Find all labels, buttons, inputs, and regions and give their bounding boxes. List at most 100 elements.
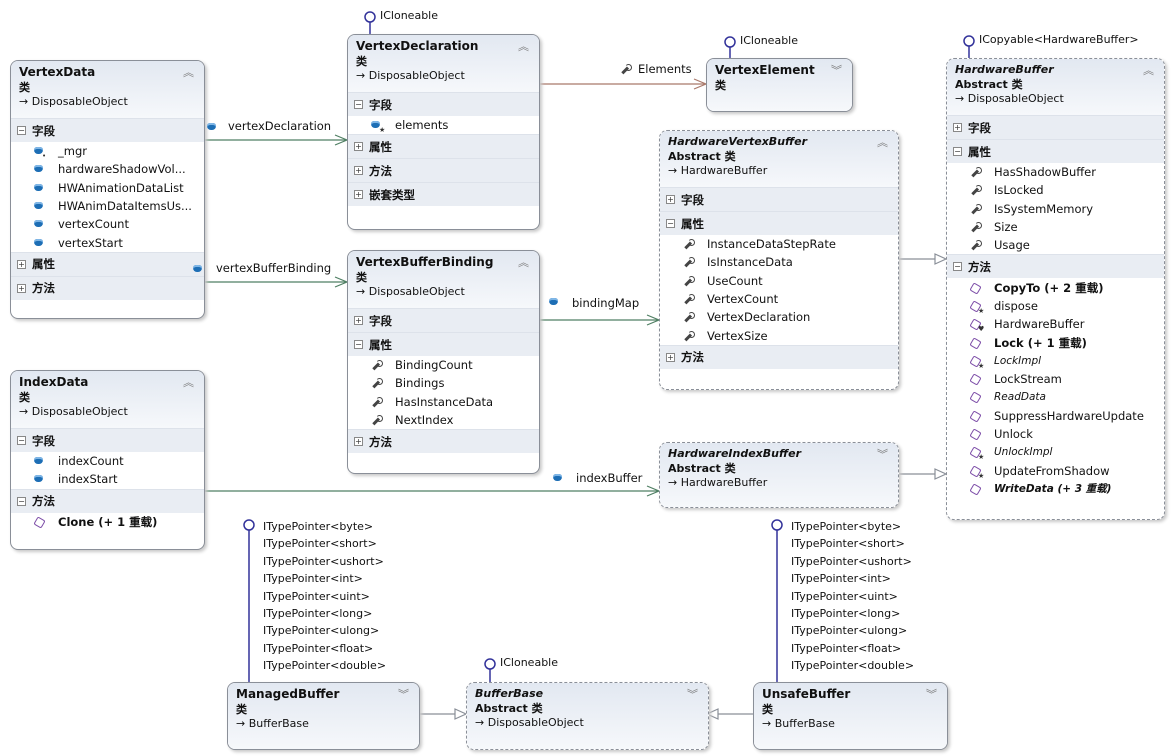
member-item[interactable]: Size (947, 218, 1164, 236)
expand-chevron-icon[interactable]: ︾ (687, 686, 698, 702)
class-header[interactable]: VertexBufferBinding 类 → DisposableObject ︽ (348, 251, 539, 308)
class-vertex-data[interactable]: VertexData 类 → DisposableObject ︽ − 字段 • _mgr ha… (10, 60, 205, 319)
section-header[interactable]: − 属性 (660, 211, 898, 235)
collapse-chevron-icon[interactable]: ︽ (1143, 62, 1154, 78)
collapse-section-icon[interactable]: − (953, 147, 962, 156)
class-header[interactable]: ManagedBuffer 类 → BufferBase ︾ (228, 683, 419, 749)
class-vertex-element[interactable]: VertexElement 类 ︾ (706, 58, 853, 112)
class-header[interactable]: VertexElement 类 ︾ (707, 59, 852, 111)
member-item[interactable]: BindingCount (348, 356, 539, 374)
class-index-data[interactable]: IndexData 类 → DisposableObject ︽ − 字段 indexCou… (10, 370, 205, 550)
class-vertex-declaration[interactable]: VertexDeclaration 类 → DisposableObject ︽ − 字段… (347, 34, 540, 230)
collapse-section-icon[interactable]: − (17, 126, 26, 135)
section-header[interactable]: − 属性 (947, 139, 1164, 163)
member-item[interactable]: VertexCount (660, 290, 898, 308)
expand-chevron-icon[interactable]: ︾ (926, 686, 937, 702)
association-label[interactable]: vertexDeclaration (228, 119, 331, 133)
member-item[interactable]: indexCount (11, 452, 204, 470)
section-header[interactable]: + 属性 (348, 134, 539, 159)
class-header[interactable]: HardwareBuffer Abstract 类 → DisposableObje… (947, 59, 1164, 115)
class-hardware-buffer[interactable]: HardwareBuffer Abstract 类 → DisposableObje… (946, 58, 1165, 520)
member-item[interactable]: ★ dispose (947, 297, 1164, 315)
expand-chevron-icon[interactable]: ︾ (398, 686, 409, 702)
member-item[interactable]: ReadData (947, 388, 1164, 406)
member-item[interactable]: hardwareShadowVol... (11, 160, 204, 178)
class-header[interactable]: IndexData 类 → DisposableObject ︽ (11, 371, 204, 428)
member-item[interactable]: IsSystemMemory (947, 200, 1164, 218)
association-label[interactable]: vertexBufferBinding (216, 261, 331, 275)
member-item[interactable]: HWAnimDataItemsUs... (11, 197, 204, 215)
association-label[interactable]: Elements (638, 62, 692, 76)
member-item[interactable]: CopyTo (+ 2 重载) (947, 278, 1164, 296)
class-buffer-base[interactable]: BufferBase Abstract 类 → DisposableObject ︾ (466, 682, 709, 750)
expand-section-icon[interactable]: + (354, 437, 363, 447)
member-item[interactable]: vertexCount (11, 215, 204, 233)
collapse-section-icon[interactable]: − (354, 100, 363, 109)
section-header[interactable]: + 字段 (947, 115, 1164, 139)
member-item[interactable]: vertexStart (11, 233, 204, 251)
member-item[interactable]: UseCount (660, 272, 898, 290)
expand-section-icon[interactable]: + (666, 352, 675, 362)
class-header[interactable]: HardwareVertexBuffer Abstract 类 → Hardware… (660, 131, 898, 187)
section-header[interactable]: + 方法 (348, 429, 539, 454)
member-item[interactable]: HasShadowBuffer (947, 163, 1164, 181)
member-item[interactable]: ★ LockImpl (947, 352, 1164, 370)
member-item[interactable]: SuppressHardwareUpdate (947, 407, 1164, 425)
expand-section-icon[interactable]: + (953, 123, 962, 132)
member-item[interactable]: NextIndex (348, 411, 539, 429)
collapse-section-icon[interactable]: − (953, 262, 962, 272)
member-item[interactable]: IsLocked (947, 181, 1164, 199)
member-item[interactable]: ★ UpdateFromShadow (947, 461, 1164, 480)
collapse-chevron-icon[interactable]: ︽ (183, 64, 194, 80)
member-item[interactable]: VertexSize (660, 326, 898, 344)
section-header[interactable]: − 字段 (11, 428, 204, 452)
member-item[interactable]: indexStart (11, 470, 204, 488)
member-item[interactable]: VertexDeclaration (660, 308, 898, 326)
member-item[interactable]: ★ UnlockImpl (947, 443, 1164, 461)
class-header[interactable]: UnsafeBuffer 类 → BufferBase ︾ (754, 683, 947, 749)
section-header[interactable]: − 方法 (11, 488, 204, 513)
expand-section-icon[interactable]: + (666, 195, 675, 204)
class-header[interactable]: VertexDeclaration 类 → DisposableObject ︽ (348, 35, 539, 92)
class-vertex-buffer-binding[interactable]: VertexBufferBinding 类 → DisposableObject ︽ +… (347, 250, 540, 474)
member-item[interactable]: InstanceDataStepRate (660, 235, 898, 253)
member-item[interactable]: ★ elements (348, 116, 539, 134)
expand-section-icon[interactable]: + (17, 259, 26, 269)
class-hardware-index-buffer[interactable]: HardwareIndexBuffer Abstract 类 → HardwareB… (659, 442, 899, 508)
section-header[interactable]: + 字段 (660, 187, 898, 211)
class-header[interactable]: VertexData 类 → DisposableObject ︽ (11, 61, 204, 118)
association-label[interactable]: indexBuffer (576, 471, 642, 485)
member-item[interactable]: WriteData (+ 3 重载) (947, 480, 1164, 498)
section-header[interactable]: − 字段 (348, 92, 539, 116)
member-item[interactable]: Clone (+ 1 重载) (11, 513, 204, 531)
expand-chevron-icon[interactable]: ︾ (831, 62, 842, 78)
member-item[interactable]: Bindings (348, 374, 539, 392)
member-item[interactable]: Usage (947, 236, 1164, 254)
member-item[interactable]: ♥ HardwareBuffer (947, 315, 1164, 333)
member-item[interactable]: IsInstanceData (660, 253, 898, 271)
member-item[interactable]: Unlock (947, 425, 1164, 443)
section-header[interactable]: + 字段 (348, 308, 539, 332)
association-label[interactable]: bindingMap (572, 296, 639, 310)
member-item[interactable]: Lock (+ 1 重载) (947, 333, 1164, 351)
section-header[interactable]: + 方法 (660, 344, 898, 369)
expand-chevron-icon[interactable]: ︾ (877, 446, 888, 462)
expand-section-icon[interactable]: + (354, 166, 363, 176)
section-header[interactable]: − 方法 (947, 254, 1164, 279)
class-header[interactable]: HardwareIndexBuffer Abstract 类 → HardwareB… (660, 443, 898, 507)
expand-section-icon[interactable]: + (17, 283, 26, 293)
member-item[interactable]: HasInstanceData (348, 393, 539, 411)
class-hardware-vertex-buffer[interactable]: HardwareVertexBuffer Abstract 类 → Hardware… (659, 130, 899, 390)
member-item[interactable]: LockStream (947, 370, 1164, 388)
member-item[interactable]: • _mgr (11, 142, 204, 160)
member-item[interactable]: HWAnimationDataList (11, 179, 204, 197)
collapse-chevron-icon[interactable]: ︽ (877, 134, 888, 150)
collapse-section-icon[interactable]: − (666, 219, 675, 228)
collapse-chevron-icon[interactable]: ︽ (183, 374, 194, 390)
expand-section-icon[interactable]: + (354, 142, 363, 152)
expand-section-icon[interactable]: + (354, 190, 363, 200)
class-unsafe-buffer[interactable]: UnsafeBuffer 类 → BufferBase ︾ (753, 682, 948, 750)
class-header[interactable]: BufferBase Abstract 类 → DisposableObject ︾ (467, 683, 708, 749)
expand-section-icon[interactable]: + (354, 316, 363, 325)
collapse-section-icon[interactable]: − (354, 340, 363, 349)
